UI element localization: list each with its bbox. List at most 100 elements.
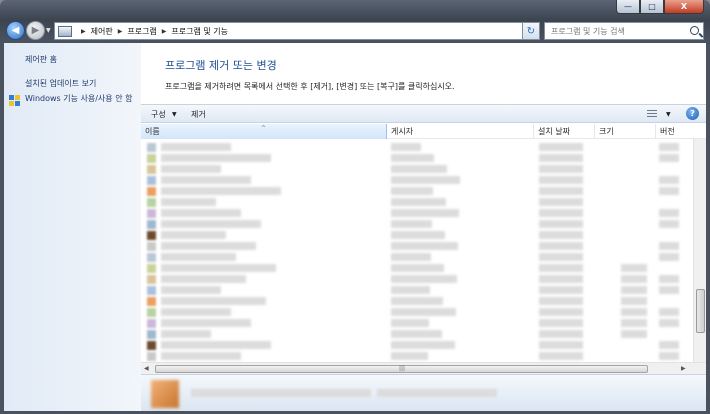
redacted-cell [391, 286, 430, 294]
scroll-left-icon[interactable]: ◀ [144, 365, 149, 372]
program-icon [147, 198, 156, 207]
recent-pages-dropdown-icon[interactable]: ▼ [46, 27, 51, 34]
redacted-details [377, 389, 497, 397]
redacted-cell [539, 198, 583, 206]
redacted-cell [659, 341, 679, 349]
window-frame: — □ X ◀ ▶ ▼ ▶ 제어판 ▶ 프로그램 ▶ 프로그램 및 기능 ▼ ↻… [0, 0, 710, 414]
table-row[interactable] [141, 263, 693, 274]
table-row[interactable] [141, 142, 693, 153]
view-dropdown-icon[interactable]: ▼ [666, 111, 671, 118]
redacted-cell [539, 209, 583, 217]
address-bar[interactable]: ▶ 제어판 ▶ 프로그램 ▶ 프로그램 및 기능 ▼ [54, 22, 538, 40]
table-row[interactable] [141, 197, 693, 208]
program-icon [147, 209, 156, 218]
redacted-cell [391, 209, 459, 217]
table-row[interactable] [141, 175, 693, 186]
redacted-cell [539, 264, 583, 272]
sidebar-item-control-panel-home[interactable]: 제어판 홈 [25, 54, 57, 65]
breadcrumb-separator-icon[interactable]: ▶ [118, 28, 123, 35]
redacted-cell [161, 341, 271, 349]
redacted-cell [391, 165, 447, 173]
breadcrumb-programs[interactable]: 프로그램 [127, 26, 156, 37]
column-size[interactable]: 크기 [595, 124, 656, 139]
redacted-cell [161, 220, 261, 228]
table-row[interactable] [141, 252, 693, 263]
sidebar-item-windows-features[interactable]: Windows 기능 사용/사용 안 함 [25, 94, 133, 104]
table-row[interactable] [141, 164, 693, 175]
redacted-cell [539, 330, 583, 338]
task-pane: 제어판 홈 설치된 업데이트 보기 Windows 기능 사용/사용 안 함 [4, 43, 141, 411]
program-icon [147, 253, 156, 262]
redacted-cell [539, 253, 583, 261]
forward-arrow-icon[interactable]: ▶ [26, 21, 45, 40]
table-row[interactable] [141, 219, 693, 230]
redacted-cell [539, 231, 583, 239]
redacted-cell [659, 253, 679, 261]
redacted-cell [161, 297, 266, 305]
back-arrow-icon[interactable]: ◀ [6, 21, 25, 40]
redacted-cell [391, 319, 429, 327]
redacted-cell [161, 242, 256, 250]
redacted-cell [161, 264, 276, 272]
redacted-cell [391, 275, 457, 283]
redacted-cell [161, 275, 246, 283]
column-name[interactable]: 이름 ^ [141, 124, 387, 139]
windows-shield-icon [9, 95, 20, 107]
redacted-cell [539, 275, 583, 283]
column-version[interactable]: 버전 [656, 124, 706, 139]
redacted-cell [161, 308, 231, 316]
refresh-icon[interactable]: ↻ [522, 22, 540, 40]
minimize-button[interactable]: — [616, 0, 640, 14]
table-row[interactable] [141, 208, 693, 219]
scroll-right-icon[interactable]: ▶ [681, 365, 686, 372]
program-icon [147, 220, 156, 229]
column-install-date[interactable]: 설치 날짜 [534, 124, 595, 139]
breadcrumb-control-panel[interactable]: 제어판 [91, 26, 113, 37]
horizontal-scroll-thumb[interactable]: ||| [155, 365, 648, 373]
redacted-cell [391, 341, 455, 349]
redacted-cell [659, 220, 679, 228]
uninstall-button[interactable]: 제거 [191, 109, 206, 120]
table-row[interactable] [141, 285, 693, 296]
vertical-scroll-thumb[interactable] [696, 289, 705, 333]
title-bar[interactable]: — □ X [0, 0, 710, 18]
redacted-cell [161, 330, 211, 338]
column-publisher[interactable]: 게시자 [387, 124, 534, 139]
maximize-button[interactable]: □ [640, 0, 664, 14]
redacted-cell [161, 187, 281, 195]
table-row[interactable] [141, 230, 693, 241]
table-row[interactable] [141, 296, 693, 307]
sidebar-item-view-installed-updates[interactable]: 설치된 업데이트 보기 [25, 78, 96, 89]
table-row[interactable] [141, 186, 693, 197]
redacted-cell [539, 319, 583, 327]
redacted-cell [621, 286, 647, 294]
horizontal-scrollbar[interactable]: ◀ ||| ▶ [141, 362, 706, 374]
table-row[interactable] [141, 274, 693, 285]
search-input[interactable] [551, 26, 681, 36]
table-row[interactable] [141, 351, 693, 362]
breadcrumb-separator-icon[interactable]: ▶ [162, 28, 167, 35]
organize-dropdown-icon[interactable]: ▼ [172, 111, 177, 118]
breadcrumb-programs-and-features[interactable]: 프로그램 및 기능 [171, 26, 228, 37]
redacted-cell [391, 308, 456, 316]
program-list[interactable] [141, 139, 693, 362]
table-row[interactable] [141, 307, 693, 318]
redacted-cell [161, 253, 236, 261]
redacted-cell [539, 220, 583, 228]
table-row[interactable] [141, 153, 693, 164]
redacted-cell [391, 220, 432, 228]
organize-button[interactable]: 구성 [151, 109, 166, 120]
redacted-cell [539, 242, 583, 250]
view-options-icon[interactable] [647, 110, 657, 118]
redacted-cell [161, 165, 221, 173]
close-button[interactable]: X [664, 0, 704, 14]
table-row[interactable] [141, 318, 693, 329]
scroll-grip-icon: ||| [399, 365, 406, 372]
search-icon[interactable] [690, 26, 699, 35]
table-row[interactable] [141, 340, 693, 351]
help-icon[interactable]: ? [686, 107, 699, 120]
table-row[interactable] [141, 329, 693, 340]
vertical-scrollbar[interactable] [693, 139, 706, 362]
table-row[interactable] [141, 241, 693, 252]
breadcrumb-separator-icon[interactable]: ▶ [81, 28, 86, 35]
